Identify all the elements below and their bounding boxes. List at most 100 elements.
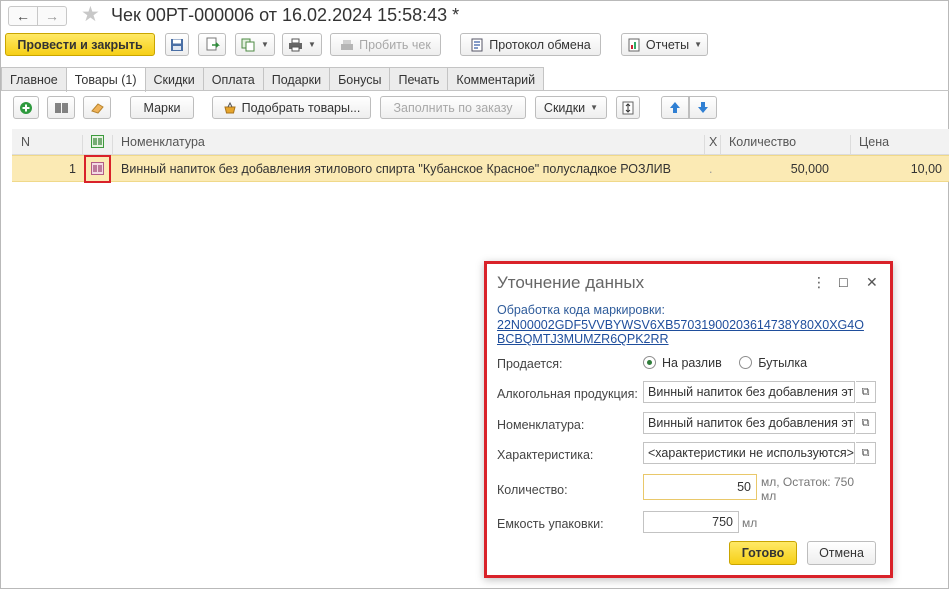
- discounts-menu-button[interactable]: Скидки ▼: [535, 96, 607, 119]
- arrow-up-icon: [670, 102, 680, 113]
- pick-goods-button[interactable]: Подобрать товары...: [212, 96, 371, 119]
- qty-remainder: мл, Остаток: 750 мл: [761, 475, 854, 503]
- capacity-unit: мл: [742, 516, 758, 530]
- radio-selected-icon: [643, 356, 656, 369]
- qty-label: Количество:: [497, 483, 568, 497]
- document-arrow-icon: [206, 37, 220, 51]
- column-header-x[interactable]: Х: [709, 135, 717, 149]
- marking-code-link-cont[interactable]: BCBQMTJ3MUMZR6QPK2RR: [497, 332, 864, 347]
- create-based-on-button[interactable]: [198, 33, 226, 56]
- item-field[interactable]: Винный напиток без добавления этилового …: [643, 412, 855, 434]
- chevron-down-icon: ▼: [694, 40, 703, 49]
- open-characteristic-icon[interactable]: ⧉: [856, 442, 876, 464]
- goods-table: N Номенклатура Х Количество Цена 1 Винны…: [12, 129, 949, 182]
- arrow-right-icon: →: [45, 8, 59, 24]
- related-documents-button[interactable]: ▼: [235, 33, 275, 56]
- row-x: .: [709, 162, 713, 176]
- marks-button[interactable]: Марки: [130, 96, 194, 119]
- maximize-icon[interactable]: ☐: [838, 276, 849, 290]
- printer-icon: [289, 38, 303, 51]
- alcohol-label: Алкогольная продукция:: [497, 387, 638, 401]
- exchange-log-button[interactable]: Протокол обмена: [460, 33, 601, 56]
- radio-empty-icon: [739, 356, 753, 369]
- marking-code-caption: Обработка кода маркировки:: [497, 303, 665, 317]
- characteristic-label: Характеристика:: [497, 448, 594, 462]
- tab-goods[interactable]: Товары (1): [65, 67, 146, 92]
- table-header: N Номенклатура Х Количество Цена: [12, 129, 949, 157]
- table-row[interactable]: 1 Винный напиток без добавления этиловог…: [12, 155, 949, 182]
- tab-payment[interactable]: Оплата: [202, 67, 264, 91]
- move-up-button[interactable]: [661, 96, 689, 119]
- arrow-left-icon: ←: [16, 8, 30, 24]
- print-button[interactable]: ▼: [282, 33, 322, 56]
- marking-code-block: Обработка кода маркировки: 22N00002GDF5V…: [497, 303, 864, 347]
- tab-gifts[interactable]: Подарки: [262, 67, 331, 91]
- title-bar: ← → ★ Чек 00РТ-000006 от 16.02.2024 15:5…: [1, 1, 949, 31]
- tab-bonuses[interactable]: Бонусы: [329, 67, 391, 91]
- tab-strip: Главное Товары (1) Скидки Оплата Подарки…: [1, 67, 545, 92]
- scan-barcode-button[interactable]: [47, 96, 75, 119]
- floppy-disk-icon: [171, 38, 183, 51]
- tab-divider: [1, 90, 949, 91]
- open-item-icon[interactable]: ⧉: [856, 412, 876, 434]
- capacity-input[interactable]: 750: [643, 511, 739, 533]
- cash-register-icon: [341, 39, 354, 50]
- alcohol-field[interactable]: Винный напиток без добавления этилового …: [643, 381, 855, 403]
- move-down-button[interactable]: [689, 96, 717, 119]
- radio-bottle[interactable]: Бутылка: [739, 356, 807, 370]
- ok-button[interactable]: Готово: [729, 541, 797, 565]
- item-label: Номенклатура:: [497, 418, 585, 432]
- characteristic-field[interactable]: <характеристики не используются>: [643, 442, 855, 464]
- back-button[interactable]: ←: [8, 6, 38, 26]
- vertical-arrows-icon: [622, 101, 634, 114]
- basket-icon: [223, 101, 236, 113]
- open-alcohol-icon[interactable]: ⧉: [856, 381, 876, 403]
- report-icon: [628, 38, 640, 51]
- tab-main[interactable]: Главное: [1, 67, 67, 91]
- clear-button[interactable]: [83, 96, 111, 119]
- qty-input[interactable]: 50: [643, 474, 757, 500]
- marking-column-icon: [91, 135, 104, 151]
- close-icon[interactable]: ✕: [866, 274, 878, 291]
- row-qty: 50,000: [790, 162, 829, 176]
- app-window: ← → ★ Чек 00РТ-000006 от 16.02.2024 15:5…: [0, 0, 949, 589]
- sold-label: Продается:: [497, 357, 563, 371]
- marking-code-link[interactable]: 22N00002GDF5VVBYWSV6XB5703190020361473​8…: [497, 318, 864, 333]
- chevron-down-icon: ▼: [590, 103, 599, 112]
- table-toolbar: Марки Подобрать товары... Заполнить по з…: [1, 96, 949, 122]
- clarify-data-dialog: Уточнение данных ⋮ ☐ ✕ Обработка кода ма…: [484, 261, 893, 578]
- row-item: Винный напиток без добавления этилового …: [121, 162, 671, 176]
- plus-circle-icon: [20, 101, 32, 114]
- column-header-qty[interactable]: Количество: [729, 135, 796, 149]
- favorite-star-icon[interactable]: ★: [81, 4, 100, 26]
- command-bar: Провести и закрыть ▼ ▼ Пробить чек Прото…: [1, 33, 949, 61]
- column-header-n[interactable]: N: [21, 135, 30, 149]
- post-and-close-button[interactable]: Провести и закрыть: [5, 33, 155, 56]
- row-price: 10,00: [910, 162, 942, 176]
- log-document-icon: [471, 38, 483, 51]
- tab-discounts[interactable]: Скидки: [144, 67, 204, 91]
- tab-comment[interactable]: Комментарий: [447, 67, 545, 91]
- forward-button[interactable]: →: [37, 6, 67, 26]
- document-title: Чек 00РТ-000006 от 16.02.2024 15:58:43 *: [111, 5, 460, 25]
- tab-print[interactable]: Печать: [389, 67, 449, 91]
- more-icon[interactable]: ⋮: [812, 274, 826, 291]
- arrow-down-icon: [698, 102, 708, 113]
- column-header-price[interactable]: Цена: [859, 135, 889, 149]
- barcode-icon: [54, 102, 68, 113]
- print-check-button[interactable]: Пробить чек: [330, 33, 441, 56]
- reports-button[interactable]: Отчеты ▼: [621, 33, 708, 56]
- cancel-button[interactable]: Отмена: [807, 541, 876, 565]
- column-header-item[interactable]: Номенклатура: [121, 135, 205, 149]
- capacity-label: Емкость упаковки:: [497, 517, 604, 531]
- save-button[interactable]: [165, 33, 189, 56]
- documents-icon: [241, 38, 255, 51]
- fill-by-order-button[interactable]: Заполнить по заказу: [380, 96, 526, 119]
- radio-draft[interactable]: На разлив: [643, 356, 722, 370]
- add-row-button[interactable]: [13, 96, 39, 119]
- sold-radio-group: На разлив Бутылка: [643, 356, 807, 370]
- chevron-down-icon: ▼: [308, 40, 316, 49]
- move-rows-button[interactable]: [616, 96, 640, 119]
- dialog-title: Уточнение данных: [497, 273, 645, 292]
- highlight-marking-cell: [84, 155, 111, 183]
